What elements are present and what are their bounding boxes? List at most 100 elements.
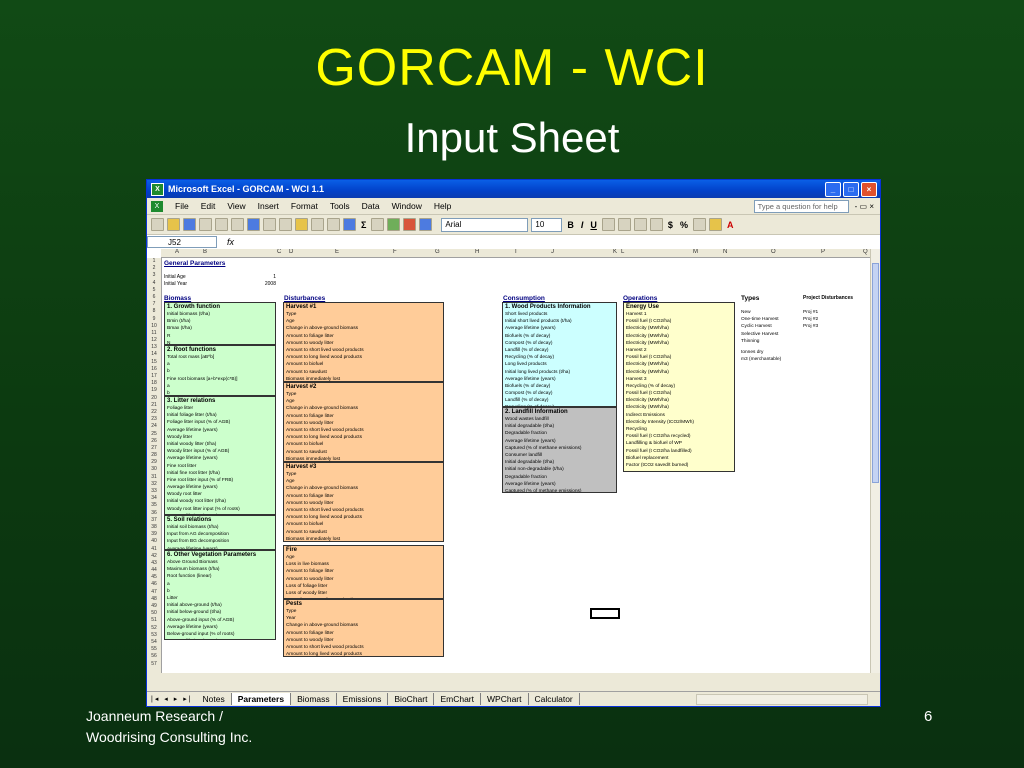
column-header-d[interactable]: D [289,249,293,255]
row-header[interactable]: 34 [147,495,161,502]
operations-panel-row[interactable]: Electricity (MWh/ha) [624,361,734,368]
row-header[interactable]: 47 [147,589,161,596]
disturbance-panel-row[interactable]: Amount to sawdust [284,369,443,376]
disturbance-panel-row[interactable]: Amount to woody litter [284,576,443,583]
consumption-panel-row[interactable]: Biofuels (% of decay) [503,383,616,390]
disturbance-panel-row[interactable]: Age [284,398,443,405]
operations-panel-row[interactable]: Harvest 2 [624,347,734,354]
row-header[interactable]: 8 [147,308,161,315]
align-right-icon[interactable] [633,218,647,231]
disturbance-panel-row[interactable]: Change in above-ground biomass [284,622,443,629]
row-header[interactable]: 4 [147,280,161,287]
disturbance-panel-row[interactable]: Loss of foliage litter [284,583,443,590]
row-header[interactable]: 36 [147,510,161,517]
disturbance-panel-row[interactable]: Change in above-ground biomass [284,325,443,332]
row-header[interactable]: 28 [147,452,161,459]
biomass-panel-row[interactable]: Bmax (t/ha) [165,325,275,332]
biomass-panel-row[interactable]: R [165,333,275,340]
row-header[interactable]: 39 [147,531,161,538]
operations-panel-row[interactable]: Harvest 3 [624,376,734,383]
row-header[interactable]: 52 [147,625,161,632]
operations-panel-row[interactable]: Electricity (MWh/ha) [624,397,734,404]
row-header[interactable]: 16 [147,366,161,373]
column-header-l[interactable]: L [621,249,624,255]
disturbance-panel-row[interactable]: Type [284,471,443,478]
vertical-scrollbar[interactable] [870,249,880,673]
save-icon[interactable] [183,218,196,231]
biomass-panel-row[interactable]: Initial above-ground (t/ha) [165,602,275,609]
column-header-i[interactable]: I [515,249,517,255]
consumption-panel-row[interactable]: Degradable fraction [503,430,616,437]
biomass-panel-row[interactable]: Woody litter input (% of AGB) [165,448,275,455]
paste-icon[interactable] [295,218,308,231]
operations-panel-row[interactable]: Electricity (MWh/ha) [624,340,734,347]
row-header[interactable]: 33 [147,488,161,495]
biomass-panel-row[interactable]: Litter [165,595,275,602]
disturbance-panel-row[interactable]: Amount to woody litter [284,420,443,427]
biomass-panel-row[interactable]: Above-ground input (% of AGB) [165,617,275,624]
row-header[interactable]: 15 [147,359,161,366]
font-size-select[interactable]: 10 [531,217,563,232]
disturbance-panel-row[interactable]: Amount to woody litter [284,637,443,644]
disturbance-panel-row[interactable]: Change in above-ground biomass [284,405,443,412]
disturbance-panel-row[interactable]: Age [284,554,443,561]
disturbance-panel-row[interactable]: Amount to long lived wood products [284,651,443,656]
row-header[interactable]: 55 [147,646,161,653]
row-header[interactable]: 32 [147,481,161,488]
disturbance-panel-row[interactable]: Biomass immediately lost [284,536,443,541]
disturbance-panel-row[interactable]: Amount to short lived wood products [284,507,443,514]
disturbance-panel-row[interactable]: Amount to foliage litter [284,630,443,637]
italic-button[interactable]: I [579,220,586,230]
menu-help[interactable]: Help [428,201,457,211]
disturbance-panel-row[interactable]: Age [284,478,443,485]
print-icon[interactable] [215,218,228,231]
consumption-panel-row[interactable]: Recycling (% of decay) [503,354,616,361]
consumption-panel-row[interactable]: Landfill (% of decay) [503,347,616,354]
row-header[interactable]: 48 [147,596,161,603]
open-icon[interactable] [167,218,180,231]
consumption-panel-row[interactable]: Consumer landfill [503,452,616,459]
biomass-panel-row[interactable]: Woody root litter [165,491,275,498]
row-header[interactable]: 27 [147,445,161,452]
consumption-panel-row[interactable]: Degradable fraction [503,474,616,481]
column-header-a[interactable]: A [175,249,179,255]
row-header[interactable]: 14 [147,351,161,358]
sheet-tab-calculator[interactable]: Calculator [529,693,580,705]
row-header[interactable]: 21 [147,402,161,409]
print-preview-icon[interactable] [231,218,244,231]
permission-icon[interactable] [199,218,212,231]
merge-center-icon[interactable] [649,218,663,231]
row-header[interactable]: 56 [147,653,161,660]
biomass-panel-row[interactable]: Woody litter [165,434,275,441]
row-header[interactable]: 23 [147,416,161,423]
column-header-e[interactable]: E [335,249,339,255]
row-header[interactable]: 26 [147,438,161,445]
row-header[interactable]: 30 [147,466,161,473]
row-header[interactable]: 24 [147,423,161,430]
biomass-panel-row[interactable]: a [165,383,275,390]
sheet-tab-biomass[interactable]: Biomass [291,693,337,705]
consumption-panel-row[interactable]: Biofuels (% of decay) [503,333,616,340]
spelling-icon[interactable] [247,218,260,231]
worksheet-grid[interactable]: ABCDEFGHIJKLMNOPQ 1 2 3 4 5 6 7 8 9 10 11 12 13 14 15 1… [147,249,880,673]
initial-year-row[interactable]: Initial Year 2008 [164,281,276,288]
align-center-icon[interactable] [617,218,631,231]
operations-panel-row[interactable]: Fossil fuel (t CO2/ha) [624,318,734,325]
row-header[interactable]: 11 [147,330,161,337]
consumption-panel-row[interactable]: Captured (% of methane emissions) [503,445,616,452]
sheet-tab-emchart[interactable]: EmChart [434,693,482,705]
consumption-panel-row[interactable]: Initial degradable (t/ha) [503,459,616,466]
percent-button[interactable]: % [678,220,690,230]
disturbance-panel-row[interactable]: Amount to short lived wood products [284,347,443,354]
disturbance-panel-row[interactable]: Amount to foliage litter [284,333,443,340]
operations-panel-row[interactable]: Factor (tCO2 saved/t burned) [624,462,734,469]
row-header[interactable]: 9 [147,316,161,323]
row-header[interactable]: 10 [147,323,161,330]
operations-panel-row[interactable]: Indirect Emissions [624,412,734,419]
operations-panel-row[interactable]: Electricity (MWh/ha) [624,369,734,376]
row-header[interactable]: 25 [147,431,161,438]
disturbance-panel-row[interactable]: Amount to foliage litter [284,493,443,500]
redo-icon[interactable] [327,218,340,231]
fx-icon[interactable]: fx [227,237,234,247]
biomass-panel-row[interactable]: Bmin (t/ha) [165,318,275,325]
